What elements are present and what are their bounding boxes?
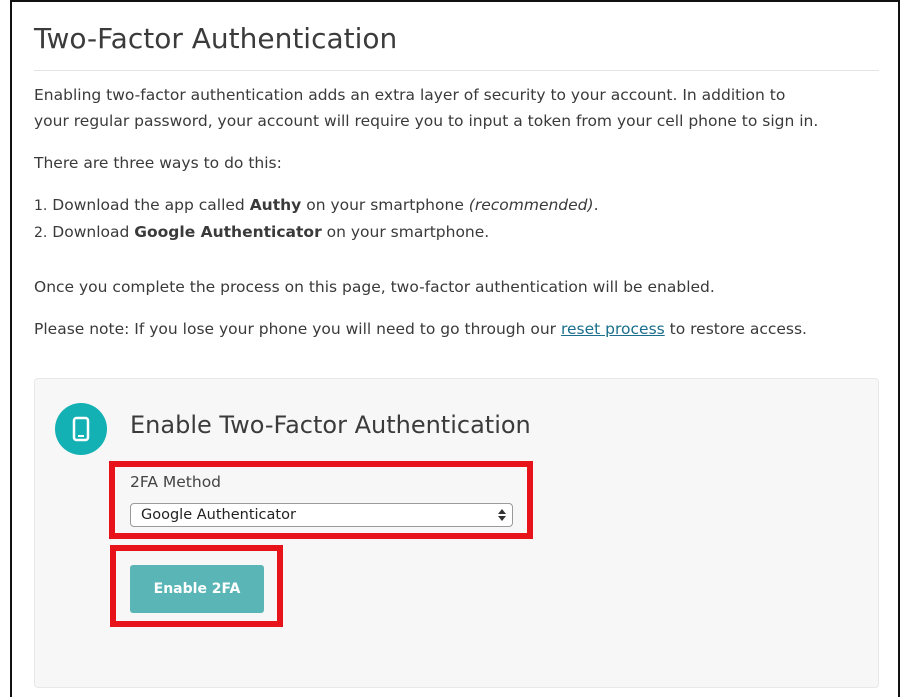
enable-2fa-card: Enable Two-Factor Authentication 2FA Met… bbox=[34, 378, 879, 688]
google-authenticator-name: Google Authenticator bbox=[134, 223, 322, 241]
completion-text: Once you complete the process on this pa… bbox=[34, 278, 715, 296]
selected-method: Google Authenticator bbox=[141, 507, 296, 523]
methods-list: 1. Download the app called Authy on your… bbox=[34, 192, 599, 246]
list-text: on your smartphone. bbox=[321, 223, 490, 241]
card-title: Enable Two-Factor Authentication bbox=[130, 411, 531, 439]
intro-line-2: your regular password, your account will… bbox=[34, 112, 819, 130]
page-title: Two-Factor Authentication bbox=[34, 22, 398, 55]
title-divider bbox=[34, 70, 879, 71]
note-text: to restore access. bbox=[664, 320, 807, 338]
ways-text: There are three ways to do this: bbox=[34, 154, 282, 172]
smartphone-icon bbox=[55, 403, 107, 455]
list-text: . bbox=[593, 196, 599, 214]
2fa-method-label: 2FA Method bbox=[130, 473, 222, 491]
intro-line-1: Enabling two-factor authentication adds … bbox=[34, 86, 786, 104]
2fa-method-select[interactable]: Google Authenticator bbox=[130, 503, 513, 527]
note-text: Please note: If you lose your phone you … bbox=[34, 320, 561, 338]
list-text: Download bbox=[52, 223, 135, 241]
reset-note: Please note: If you lose your phone you … bbox=[34, 316, 807, 342]
list-number: 2. bbox=[34, 225, 48, 241]
list-text: on your smartphone bbox=[301, 196, 469, 214]
recommended-text: (recommended) bbox=[468, 196, 594, 214]
page-frame: Two-Factor Authentication Enabling two-f… bbox=[10, 0, 900, 697]
reset-process-link[interactable]: reset process bbox=[561, 320, 665, 338]
list-text: Download the app called bbox=[52, 196, 250, 214]
list-number: 1. bbox=[34, 198, 48, 214]
authy-name: Authy bbox=[249, 196, 302, 214]
select-arrows-icon bbox=[498, 509, 506, 521]
enable-2fa-button[interactable]: Enable 2FA bbox=[130, 565, 264, 613]
intro-paragraph: Enabling two-factor authentication adds … bbox=[34, 82, 818, 134]
list-item: 1. Download the app called Authy on your… bbox=[34, 192, 599, 219]
list-item: 2. Download Google Authenticator on your… bbox=[34, 219, 599, 246]
